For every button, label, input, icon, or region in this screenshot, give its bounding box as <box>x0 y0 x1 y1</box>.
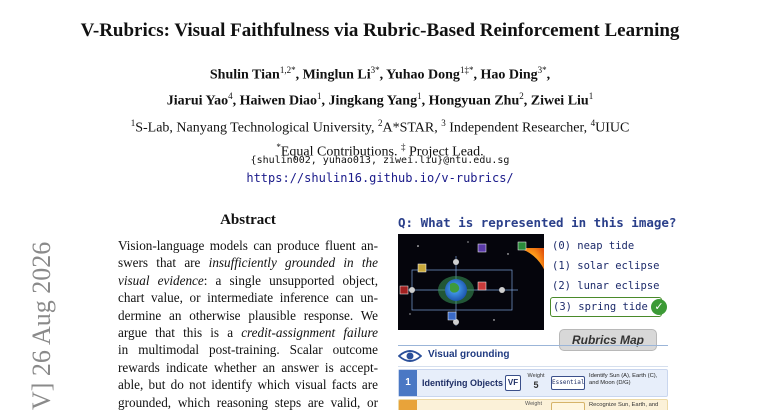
author-affiliation-mark: 2 <box>519 90 524 101</box>
answer-option-text: (2) lunar eclipse <box>552 280 660 292</box>
author-name: Hao Ding <box>480 67 538 83</box>
answer-options: (0) neap tide (1) solar eclipse (2) lunar … <box>550 237 668 317</box>
author-name: Yuhao Dong <box>386 67 460 83</box>
abstract-line: argue that this is a credit-assignment f… <box>118 324 378 341</box>
visual-grounding-header: Visual grounding <box>398 345 668 367</box>
paper-title: V-Rubrics: Visual Faithfulness via Rubri… <box>80 20 680 41</box>
answer-option-text: (1) solar eclipse <box>552 260 660 272</box>
affiliation-name: A*STAR, <box>382 120 442 136</box>
check-icon: ✓ <box>651 299 667 315</box>
author-name: Shulin Tian <box>209 67 280 83</box>
author-line-1: Shulin Tian1,2*, Minglun Li3*, Yuhao Don… <box>209 65 551 83</box>
answer-option-correct: (3) spring tide ✓ <box>550 297 667 317</box>
abstract-line: grounded, which reasoning steps are vali… <box>118 394 378 410</box>
moon-shape-right <box>499 287 505 293</box>
answer-option-text: (3) spring tide <box>553 301 648 313</box>
sun-earth-moon-diagram <box>398 234 544 330</box>
author-affiliation-mark: 1,2* <box>279 65 296 75</box>
rubric-row-label: Identifying Objects <box>422 378 504 388</box>
author-name: Minglun Li <box>302 67 371 83</box>
abstract-emphasis: visual evidence <box>118 272 204 288</box>
abstract-text: : a single unsupported object, <box>203 272 378 288</box>
abstract-line: Vision-language models can produce fluen… <box>118 237 378 254</box>
sun-earth-moon-illustration <box>398 234 544 330</box>
abstract-line: swers that are insufficiently grounded i… <box>118 254 378 271</box>
affiliation-name: UIUC <box>595 120 630 136</box>
abstract-line: chart value, or intermediate inference c… <box>118 289 378 306</box>
abstract-line: able, but do not identify which visual f… <box>118 376 378 393</box>
moon-shape-left <box>409 287 415 293</box>
answer-option: (0) neap tide <box>550 237 668 257</box>
abstract-text: grounded, which reasoning steps are vali… <box>118 394 378 410</box>
rubric-row-weight: Weight 5 <box>525 373 547 390</box>
visual-grounding-title: Visual grounding <box>428 349 510 360</box>
author-affiliation-mark: 1 <box>317 90 322 101</box>
rubric-row-number: 1 <box>399 370 417 396</box>
answer-option: (1) solar eclipse <box>550 257 668 277</box>
rubric-row: 1 Identifying Objects VF Weight 5 Essent… <box>398 369 668 397</box>
answer-option-text: (0) neap tide <box>552 240 635 252</box>
author-emails: {shulin002, yuhao013, ziwei.liu}@ntu.edu… <box>250 155 510 166</box>
author-affiliation-mark: 4 <box>228 90 233 101</box>
author-name: Haiwen Diao <box>239 93 317 109</box>
weight-value: 5 <box>533 380 539 390</box>
eye-icon <box>398 350 422 362</box>
abstract-text: able, but do not identify which visual f… <box>118 377 378 393</box>
weight-label: Weight <box>527 373 545 379</box>
rubric-row-weight-partial: Weight <box>525 401 543 407</box>
abstract-text: rewards indicate whether an answer is ac… <box>118 359 378 375</box>
affiliation-name: S-Lab, Nanyang Technological University, <box>135 120 378 136</box>
rubric-row-description: Identify Sun (A), Earth (C), and Moon (D… <box>589 373 658 387</box>
arxiv-stamp-text: V] 26 Aug 2026 <box>27 242 56 410</box>
rubric-row-level-partial <box>551 402 585 410</box>
author-line-2: Jiarui Yao4, Haiwen Diao1, Jingkang Yang… <box>166 90 594 109</box>
rubric-row-tag: VF <box>505 375 521 391</box>
rubric-row-description-partial: Recognize Sun, Earth, and <box>589 402 659 408</box>
rubric-row-level: Essential <box>551 376 585 390</box>
abstract-text: chart value, or intermediate inference c… <box>118 290 378 306</box>
rubric-row-partial: Weight Recognize Sun, Earth, and <box>398 399 668 410</box>
author-affiliation-mark: 1‡* <box>459 65 474 75</box>
author-affiliation-mark: 1 <box>588 90 594 101</box>
author-affiliation-mark: 1 <box>417 90 422 101</box>
moon-shape-top <box>453 259 459 265</box>
abstract-line: dermine an otherwise plausible response.… <box>118 307 378 324</box>
abstract-body: Vision-language models can produce fluen… <box>118 237 378 410</box>
figure-question: Q: What is represented in this image? <box>398 215 677 230</box>
abstract-line: rewards indicate whether an answer is ac… <box>118 359 378 376</box>
author-affiliation-mark: 3* <box>537 65 547 75</box>
project-url-link[interactable]: https://shulin16.github.io/v-rubrics/ <box>0 171 760 185</box>
abstract-line: in multimodal post-training. Scalar outc… <box>118 341 378 358</box>
abstract-text: dermine an otherwise plausible response.… <box>118 307 378 323</box>
author-affiliation-mark: 3* <box>370 65 380 75</box>
rubric-row-number-partial <box>399 400 417 410</box>
abstract-text: argue that this is a <box>118 325 242 341</box>
author-name: Ziwei Liu <box>530 93 589 109</box>
author-name: Jingkang Yang <box>328 93 418 109</box>
affiliation-line: 1S-Lab, Nanyang Technological University… <box>0 114 760 138</box>
abstract-line: visual evidence: a single unsupported ob… <box>118 272 378 289</box>
answer-option: (2) lunar eclipse <box>550 277 668 297</box>
affiliation-name: Independent Researcher, <box>445 120 591 136</box>
author-name: Jiarui Yao <box>166 93 229 109</box>
abstract-emphasis: insufficiently grounded in the <box>208 255 378 271</box>
abstract-text: swers that are <box>118 255 209 271</box>
abstract-heading: Abstract <box>220 212 276 228</box>
abstract-text: Vision-language models can produce fluen… <box>118 238 378 253</box>
author-list: Shulin Tian1,2*, Minglun Li3*, Yuhao Don… <box>0 60 760 111</box>
abstract-emphasis: credit-assignment failure <box>241 325 378 341</box>
arxiv-stamp: V] 26 Aug 2026 <box>4 236 64 410</box>
abstract-text: in multimodal post-training. Scalar outc… <box>118 342 378 358</box>
author-name: Hongyuan Zhu <box>428 93 520 109</box>
